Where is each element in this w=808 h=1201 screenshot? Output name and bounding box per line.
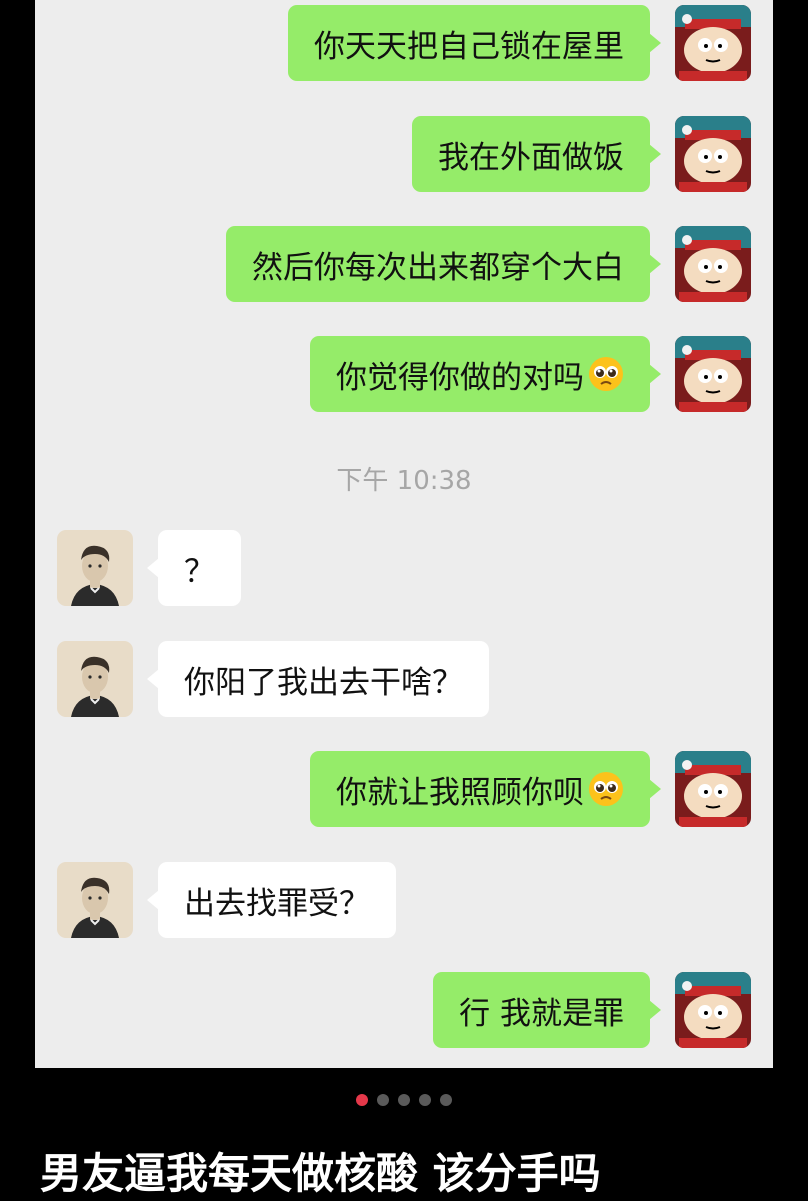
- carousel-dot[interactable]: [440, 1094, 452, 1106]
- outgoing-message-bubble[interactable]: 然后你每次出来都穿个大白: [226, 226, 661, 302]
- contact-avatar[interactable]: [57, 641, 133, 717]
- pleading-face-icon: [589, 357, 623, 391]
- message-text: 你天天把自己锁在屋里: [314, 28, 624, 65]
- post-title: 男友逼我每天做核酸 该分手吗: [40, 1149, 601, 1198]
- my-avatar[interactable]: [675, 226, 751, 302]
- outgoing-message-bubble[interactable]: 你天天把自己锁在屋里: [288, 5, 661, 81]
- outgoing-message-bubble[interactable]: 行 我就是罪: [433, 972, 661, 1048]
- contact-avatar[interactable]: [57, 530, 133, 606]
- my-avatar[interactable]: [675, 751, 751, 827]
- message-text: ？: [184, 553, 215, 590]
- my-avatar[interactable]: [675, 5, 751, 81]
- carousel-indicator[interactable]: [0, 1094, 808, 1106]
- post-footer: 男友逼我每天做核酸 该分手吗: [0, 1068, 808, 1200]
- message-text: 行 我就是罪: [459, 995, 624, 1032]
- chat-area: 你天天把自己锁在屋里 我在外面做饭 然后你每次出来都穿个大白 你觉得你做的对吗 …: [35, 0, 773, 1068]
- my-avatar[interactable]: [675, 972, 751, 1048]
- carousel-dot[interactable]: [377, 1094, 389, 1106]
- carousel-dot-active[interactable]: [356, 1094, 368, 1106]
- outgoing-message-bubble[interactable]: 你就让我照顾你呗: [310, 751, 661, 827]
- message-text: 我在外面做饭: [438, 139, 624, 176]
- carousel-dot[interactable]: [419, 1094, 431, 1106]
- pleading-face-icon: [589, 772, 623, 806]
- message-timestamp: 下午 10:38: [336, 466, 472, 496]
- my-avatar[interactable]: [675, 116, 751, 192]
- message-text: 你就让我照顾你呗: [336, 774, 584, 811]
- incoming-message-bubble[interactable]: 出去找罪受？: [147, 862, 396, 938]
- contact-avatar[interactable]: [57, 862, 133, 938]
- incoming-message-bubble[interactable]: 你阳了我出去干啥？: [147, 641, 489, 717]
- outgoing-message-bubble[interactable]: 我在外面做饭: [412, 116, 661, 192]
- my-avatar[interactable]: [675, 336, 751, 412]
- outgoing-message-bubble[interactable]: 你觉得你做的对吗: [310, 336, 661, 412]
- message-text: 出去找罪受？: [184, 885, 370, 922]
- message-text: 然后你每次出来都穿个大白: [252, 249, 624, 286]
- message-text: 你觉得你做的对吗: [336, 359, 584, 396]
- carousel-dot[interactable]: [398, 1094, 410, 1106]
- message-text: 你阳了我出去干啥？: [184, 664, 463, 701]
- incoming-message-bubble[interactable]: ？: [147, 530, 241, 606]
